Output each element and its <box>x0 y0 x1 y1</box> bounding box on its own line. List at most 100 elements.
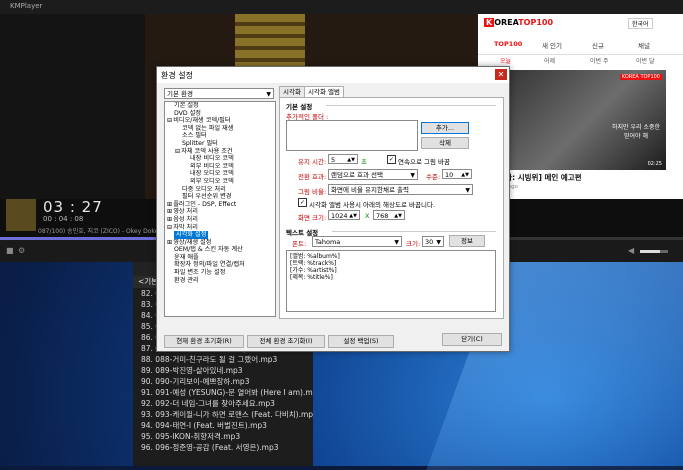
tab-new-hot[interactable]: 새 인기 <box>542 40 562 50</box>
period-today[interactable]: 오늘 <box>500 56 511 65</box>
album-resolution-label: 시각화 앨범 사용시 아래의 해상도로 바꿉니다. <box>309 201 436 209</box>
video-duration: 02:25 <box>647 161 662 167</box>
folder-list[interactable] <box>286 120 418 151</box>
tree-item-label: 시각화 설정 <box>174 231 209 239</box>
level-input[interactable]: 10 ▲▼ <box>442 169 472 179</box>
template-line: [가수: %artist%] <box>290 267 337 274</box>
add-folder-button[interactable]: 추가... <box>421 122 469 134</box>
tree-toggle-icon[interactable]: ⊞ <box>167 208 172 215</box>
tree-item[interactable]: ⊞영상 처리 <box>165 208 275 216</box>
reset-current-button[interactable]: 현재 환경 초기화(R) <box>164 335 244 348</box>
dialog-titlebar[interactable]: 환경 설정 ✕ <box>157 67 509 83</box>
spin-icon[interactable]: ▲▼ <box>349 211 357 221</box>
tree-item[interactable]: 파일 변조 기능 설정 <box>165 269 275 277</box>
size-label: 크기: <box>406 240 421 248</box>
settings-tree[interactable]: 기본 설정 DVD 설정 ⊟비디오/재생 코덱/필터 코덱 없는 파일 재생 소스 필터… <box>164 101 276 317</box>
tree-item[interactable]: ⊟비디오/재생 코덱/필터 <box>165 117 275 125</box>
ratio-select[interactable]: 화면에 비율 유지한채로 출력 ▼ <box>328 184 473 195</box>
backup-settings-button[interactable]: 설정 백업(S) <box>328 335 394 348</box>
resolution-height-input[interactable]: 768 ▲▼ <box>373 210 405 220</box>
size-select[interactable]: 30 ▼ <box>422 236 444 247</box>
korea-top100-logo[interactable]: K OREATOP100 <box>484 18 553 27</box>
speaker-icon[interactable]: ◀ <box>628 246 634 255</box>
tree-toggle-icon[interactable]: ⊞ <box>167 216 172 223</box>
tree-item[interactable]: 소스 필터 <box>165 132 275 140</box>
tree-item-label: 플러그인 - DSP, Effect <box>173 200 237 208</box>
playlist-item[interactable]: 92. 092-더 네임-그녀를 찾아주세요.mp3 <box>133 398 313 409</box>
playlist-item[interactable]: 93. 093-케이윌-니가 하면 로맨스 (Feat. 다비치).mp <box>133 409 313 420</box>
tree-item[interactable]: 다중 오디오 처리 <box>165 186 275 194</box>
tree-item-label: Splitter 필터 <box>182 139 218 147</box>
tree-toggle-icon[interactable]: ⊟ <box>175 148 180 155</box>
playlist-item[interactable]: 95. 095-IKON-취향저격.mp3 <box>133 431 313 442</box>
tab-new[interactable]: 신규 <box>592 40 604 50</box>
spin-icon[interactable]: ▲▼ <box>347 155 355 165</box>
close-dialog-button[interactable]: 닫기(C) <box>442 333 502 346</box>
period-month[interactable]: 이번 달 <box>636 56 654 65</box>
tree-item-label: 소스 필터 <box>182 132 207 140</box>
menu-icon[interactable]: ■ <box>6 246 14 255</box>
transition-label: 전환 효과: <box>298 173 327 181</box>
spin-icon[interactable]: ▲▼ <box>461 170 469 180</box>
reset-all-button[interactable]: 전체 환경 초기화(I) <box>247 335 325 348</box>
tree-toggle-icon[interactable]: ⊞ <box>167 239 172 246</box>
section-divider <box>326 105 496 106</box>
spin-icon[interactable]: ▲▼ <box>394 211 402 221</box>
track-title: 087/100) 송민호, 지코 (ZICO) - Okey Doke <box>38 228 159 235</box>
album-resolution-checkbox[interactable]: ✓ <box>298 198 307 207</box>
template-line: [트랙: %track%] <box>290 260 337 267</box>
tab-top100[interactable]: TOP100 <box>494 40 522 48</box>
ratio-label: 그림 비율: <box>298 188 327 196</box>
playlist-item[interactable]: 91. 091-예성 (YESUNG)-문 열어봐 (Here I am).m <box>133 387 313 398</box>
chevron-down-icon: ▼ <box>410 172 415 179</box>
period-yesterday[interactable]: 어제 <box>544 56 555 65</box>
tree-item[interactable]: OEM/탭 & 스킨 자동 계산 <box>165 246 275 254</box>
tree-item[interactable]: Splitter 필터 <box>165 140 275 148</box>
period-week[interactable]: 이번 주 <box>590 56 608 65</box>
tree-item[interactable]: 내장 오디오 코덱 <box>165 170 275 178</box>
language-select[interactable]: 한국어 <box>628 18 653 29</box>
kmplayer-titlebar[interactable]: KMPlayer <box>0 0 683 14</box>
preset-select[interactable]: 기본 환경 ▼ <box>164 88 274 99</box>
dialog-title: 환경 설정 <box>161 71 193 80</box>
resolution-x: X <box>365 212 370 220</box>
delete-folder-button[interactable]: 삭제 <box>421 137 469 149</box>
info-button[interactable]: 정보 <box>449 235 485 247</box>
video-thumbnail[interactable]: KOREA TOP100 하지만 우리 소중한 믿어야 해 02:25 <box>486 70 666 170</box>
tree-item[interactable]: ⊞음성 처리 <box>165 216 275 224</box>
tree-toggle-icon[interactable]: ⊞ <box>167 201 172 208</box>
tree-toggle-icon[interactable]: ⊟ <box>167 224 172 231</box>
hold-time-input[interactable]: 5 ▲▼ <box>328 154 358 164</box>
tree-item[interactable]: 환경 관리 <box>165 277 275 285</box>
tree-item[interactable]: ⊟자막 처리 <box>165 224 275 232</box>
tree-item-label: 음성 처리 <box>173 215 198 223</box>
playlist-item[interactable]: 89. 089-박진영-살아있네.mp3 <box>133 365 313 376</box>
tree-item-label: 영상/재생 설정 <box>173 238 212 246</box>
tree-item[interactable]: 외부 오디오 코덱 <box>165 178 275 186</box>
chevron-down-icon: ▼ <box>394 239 399 246</box>
resolution-width-input[interactable]: 1024 ▲▼ <box>328 210 360 220</box>
close-icon[interactable]: ✕ <box>495 69 507 80</box>
playlist-item[interactable]: 96. 096-정준영-공감 (Feat. 서영은).mp3 <box>133 442 313 453</box>
kmplayer-title: KMPlayer <box>10 2 43 10</box>
playlist-item[interactable]: 90. 090-기리보이-예쁘장하.mp3 <box>133 376 313 387</box>
playlist-item[interactable]: 88. 088-거미-친구라도 될 걸 그랬어.mp3 <box>133 354 313 365</box>
tree-item-label: DVD 설정 <box>174 109 202 117</box>
tree-item[interactable]: 내장 비디오 코덱 <box>165 155 275 163</box>
tree-item-label: 환경 관리 <box>174 276 199 284</box>
text-template-area[interactable]: [앨범: %album%] [트랙: %track%] [가수: %artist%]… <box>286 250 496 312</box>
playlist-item[interactable]: 94. 094-태연-I (Feat. 버벌진트).mp3 <box>133 420 313 431</box>
transition-select[interactable]: 랜덤으로 효과 선택 ▼ <box>328 169 418 180</box>
tree-item-label: 비디오/재생 코덱/필터 <box>173 117 231 125</box>
tree-item-label: 확장자 정의/파일 연결/캡처 <box>174 261 245 269</box>
tree-item[interactable]: 필터 우선순위 변경 <box>165 193 275 201</box>
tree-toggle-icon[interactable]: ⊟ <box>167 117 172 124</box>
continuous-checkbox[interactable]: ✓ <box>387 155 396 164</box>
tree-item[interactable]: 확장자 정의/파일 연결/캡처 <box>165 261 275 269</box>
font-select[interactable]: Tahoma ▼ <box>312 236 402 247</box>
volume-slider[interactable] <box>640 250 668 253</box>
tree-item[interactable]: 시각화 설정 <box>165 231 275 239</box>
tree-item[interactable]: 기본 설정 <box>165 102 275 110</box>
settings-icon[interactable]: ⚙ <box>18 246 25 255</box>
tab-channel[interactable]: 채널 <box>638 40 650 50</box>
